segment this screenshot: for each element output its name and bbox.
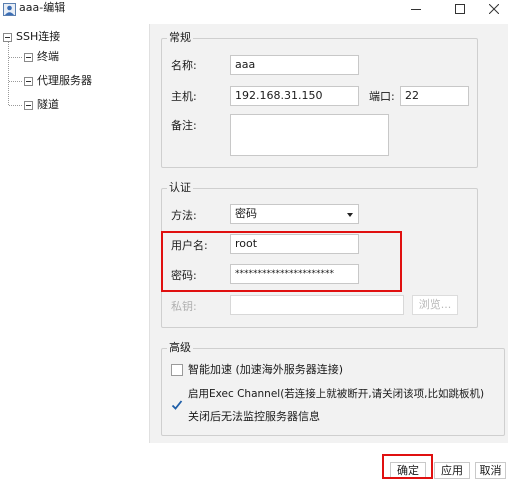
close-button[interactable] <box>480 0 508 18</box>
exec-channel-note: 关闭后无法监控服务器信息 <box>188 410 320 423</box>
host-label: 主机: <box>171 90 197 103</box>
settings-panel: 常规 名称: aaa 主机: 192.168.31.150 端口: 22 备注:… <box>149 24 508 443</box>
collapse-icon[interactable] <box>24 52 33 62</box>
tree-connector <box>9 81 22 82</box>
auth-legend: 认证 <box>167 181 193 194</box>
tree-connector <box>8 42 9 105</box>
title-bar: aaa-编辑 <box>0 0 508 22</box>
private-key-label: 私钥: <box>171 300 197 313</box>
port-label: 端口: <box>369 90 395 103</box>
minimize-button[interactable] <box>402 0 430 18</box>
tree-item-label: 隧道 <box>37 98 59 111</box>
general-legend: 常规 <box>167 31 193 44</box>
exec-channel-label: 启用Exec Channel(若连接上就被断开,请关闭该项,比如跳板机) <box>188 388 485 400</box>
tree-item-tunnel[interactable]: 隧道 <box>24 98 59 112</box>
tree-item-label: SSH连接 <box>16 30 61 43</box>
password-label: 密码: <box>171 269 197 282</box>
apply-button[interactable]: 应用 <box>434 462 470 479</box>
close-icon <box>489 4 499 14</box>
password-input[interactable]: ********************** <box>230 264 359 284</box>
method-label: 方法: <box>171 209 197 222</box>
maximize-button[interactable] <box>446 0 474 18</box>
host-input[interactable]: 192.168.31.150 <box>230 86 359 106</box>
cancel-button[interactable]: 取消 <box>475 462 506 479</box>
ok-button[interactable]: 确定 <box>390 462 426 479</box>
tree-item-label: 代理服务器 <box>37 74 92 87</box>
smart-accel-label: 智能加速 (加速海外服务器连接) <box>188 363 344 376</box>
app-icon <box>3 3 16 16</box>
chevron-down-icon <box>347 213 353 217</box>
collapse-icon[interactable] <box>24 76 33 86</box>
browse-button[interactable]: 浏览... <box>412 295 458 315</box>
port-input[interactable]: 22 <box>400 86 469 106</box>
note-textarea[interactable] <box>230 114 389 156</box>
smart-accel-checkbox[interactable] <box>171 364 183 376</box>
tree-connector <box>9 57 22 58</box>
settings-tree: SSH连接 终端 代理服务器 隧道 <box>0 24 148 443</box>
tree-item-terminal[interactable]: 终端 <box>24 50 59 64</box>
tree-item-ssh[interactable]: SSH连接 <box>3 30 60 44</box>
window-title: aaa-编辑 <box>19 1 66 14</box>
method-select[interactable]: 密码 <box>230 204 359 224</box>
name-input[interactable]: aaa <box>230 55 359 75</box>
note-label: 备注: <box>171 119 197 132</box>
name-label: 名称: <box>171 59 197 72</box>
tree-item-label: 终端 <box>37 50 59 63</box>
minimize-icon <box>411 9 421 10</box>
maximize-icon <box>455 4 465 14</box>
username-label: 用户名: <box>171 239 208 252</box>
private-key-input[interactable] <box>230 295 404 315</box>
collapse-icon[interactable] <box>3 32 12 42</box>
username-input[interactable]: root <box>230 234 359 254</box>
exec-channel-checkbox[interactable] <box>171 399 183 411</box>
advanced-legend: 高级 <box>167 341 193 354</box>
tree-connector <box>9 105 22 106</box>
tree-item-proxy[interactable]: 代理服务器 <box>24 74 92 88</box>
collapse-icon[interactable] <box>24 100 33 110</box>
dialog-footer: 确定 应用 取消 <box>0 443 508 479</box>
method-select-value: 密码 <box>235 207 257 220</box>
